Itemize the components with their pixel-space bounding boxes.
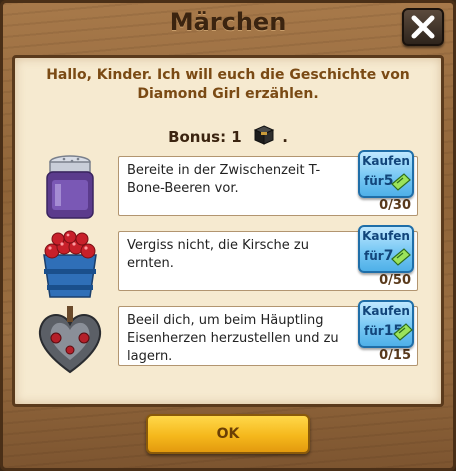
- task-progress: 0/15: [379, 348, 411, 363]
- buy-label: Kaufen: [362, 229, 410, 243]
- task-text: Bereite in der Zwischenzeit T-Bone-Beere…: [127, 163, 321, 196]
- task-row: Bereite in der Zwischenzeit T-Bone-Beere…: [0, 150, 456, 230]
- iron-heart-icon: [30, 300, 110, 380]
- close-button[interactable]: [402, 8, 444, 46]
- close-icon: [411, 15, 435, 39]
- banknote-icon: [393, 323, 413, 341]
- buy-label: Kaufen: [362, 304, 410, 318]
- black-cube-icon: [253, 124, 275, 150]
- bonus-label: Bonus: 1: [168, 128, 242, 146]
- ok-button[interactable]: OK: [146, 414, 310, 454]
- task-row: Beeil dich, um beim Häuptling Eisenherze…: [0, 300, 456, 380]
- bonus-suffix: .: [282, 128, 288, 146]
- task-text: Beeil dich, um beim Häuptling Eisenherze…: [127, 313, 339, 364]
- task-text: Vergiss nicht, die Kirsche zu ernten.: [127, 238, 309, 271]
- cherry-bucket-icon: [30, 225, 110, 305]
- buy-label: Kaufen: [362, 154, 410, 168]
- intro-text: Hallo, Kinder. Ich will euch die Geschic…: [46, 67, 410, 102]
- task-progress: 0/30: [379, 198, 411, 213]
- jam-jar-icon: [30, 150, 110, 230]
- bonus-line: Bonus: 1 .: [0, 124, 456, 150]
- buy-prefix: für: [364, 324, 384, 338]
- buy-button[interactable]: Kaufen für15: [358, 300, 414, 348]
- task-progress: 0/50: [379, 273, 411, 288]
- dialog-title: Märchen: [169, 8, 287, 36]
- buy-button[interactable]: Kaufen für5: [358, 150, 414, 198]
- buy-prefix: für: [364, 249, 384, 263]
- banknote-icon: [391, 248, 411, 266]
- banknote-icon: [391, 173, 411, 191]
- buy-button[interactable]: Kaufen für7: [358, 225, 414, 273]
- task-row: Vergiss nicht, die Kirsche zu ernten. 0/…: [0, 225, 456, 305]
- buy-prefix: für: [364, 174, 384, 188]
